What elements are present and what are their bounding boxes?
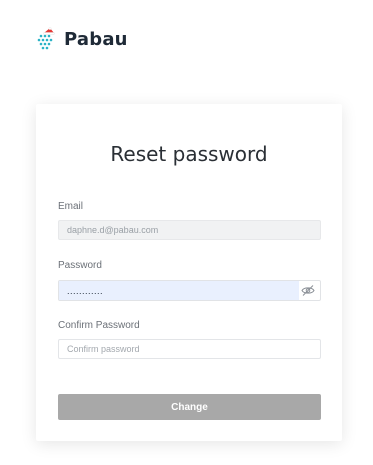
email-label: Email — [58, 201, 84, 212]
confirm-password-field[interactable] — [58, 339, 321, 359]
reset-password-card: Reset password Email Password Confirm Pa… — [36, 104, 342, 441]
eye-slash-icon[interactable] — [301, 284, 315, 297]
brand-logo: Pabau — [35, 27, 128, 51]
confirm-password-label: Confirm Password — [58, 320, 140, 331]
pabau-logo-icon — [35, 27, 59, 51]
password-field[interactable] — [59, 281, 299, 300]
password-label: Password — [58, 260, 102, 271]
page-title: Reset password — [110, 142, 268, 166]
password-field-wrapper — [58, 280, 321, 301]
change-button[interactable]: Change — [58, 394, 321, 420]
email-field[interactable] — [58, 220, 321, 240]
brand-name: Pabau — [64, 28, 128, 50]
